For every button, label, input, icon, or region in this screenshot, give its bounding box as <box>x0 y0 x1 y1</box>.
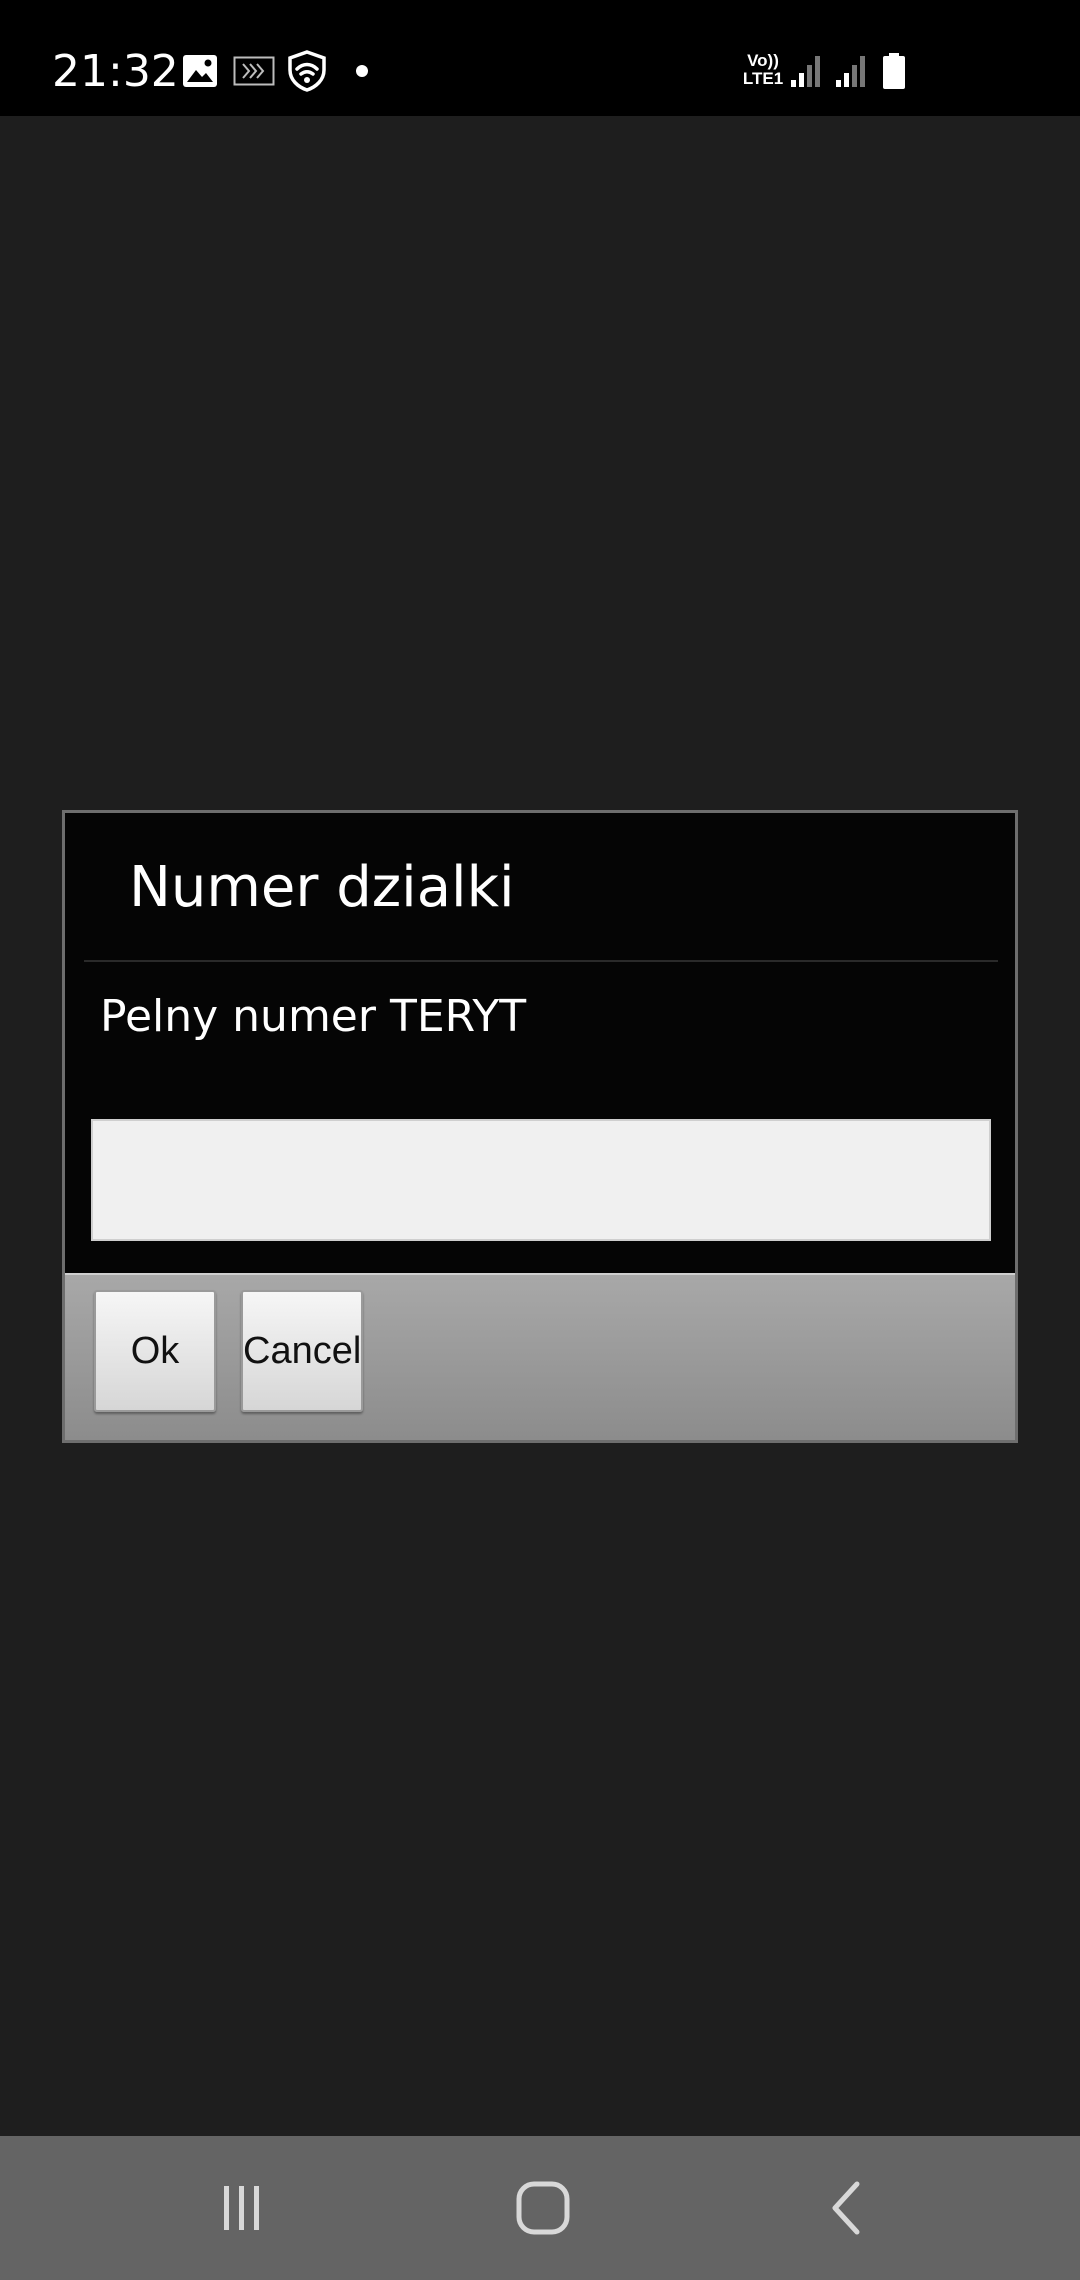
cast-icon <box>233 56 275 86</box>
volte-label: Vo)) <box>747 51 779 70</box>
cancel-button[interactable]: Cancel <box>241 1290 363 1412</box>
vpn-shield-icon <box>288 50 326 92</box>
signal-sim1-icon <box>791 56 820 87</box>
teryt-number-input[interactable] <box>91 1119 991 1241</box>
battery-icon <box>883 53 905 89</box>
recent-apps-button[interactable] <box>142 2136 342 2280</box>
status-bar: 21:32 Vo)) LTE1 <box>0 0 1080 116</box>
notification-dot-icon <box>356 65 368 77</box>
gallery-icon <box>183 55 217 87</box>
home-icon <box>516 2181 570 2235</box>
back-button[interactable] <box>747 2136 947 2280</box>
signal-sim2-icon <box>836 56 865 87</box>
volte-lte-icon: Vo)) LTE1 <box>738 52 788 92</box>
recent-apps-icon <box>224 2186 259 2230</box>
back-icon <box>832 2181 860 2235</box>
ok-button[interactable]: Ok <box>94 1290 216 1412</box>
lte-label: LTE1 <box>742 69 784 88</box>
home-button[interactable] <box>443 2136 643 2280</box>
dialog-title: Numer dzialki <box>129 855 515 920</box>
status-time: 21:32 <box>52 46 179 97</box>
dialog-message: Pelny numer TERYT <box>100 991 527 1042</box>
numer-dzialki-dialog: Numer dzialki Pelny numer TERYT Ok Cance… <box>62 810 1018 1443</box>
title-divider <box>84 960 998 962</box>
navigation-bar <box>0 2136 1080 2280</box>
dialog-button-bar: Ok Cancel <box>65 1273 1015 1440</box>
